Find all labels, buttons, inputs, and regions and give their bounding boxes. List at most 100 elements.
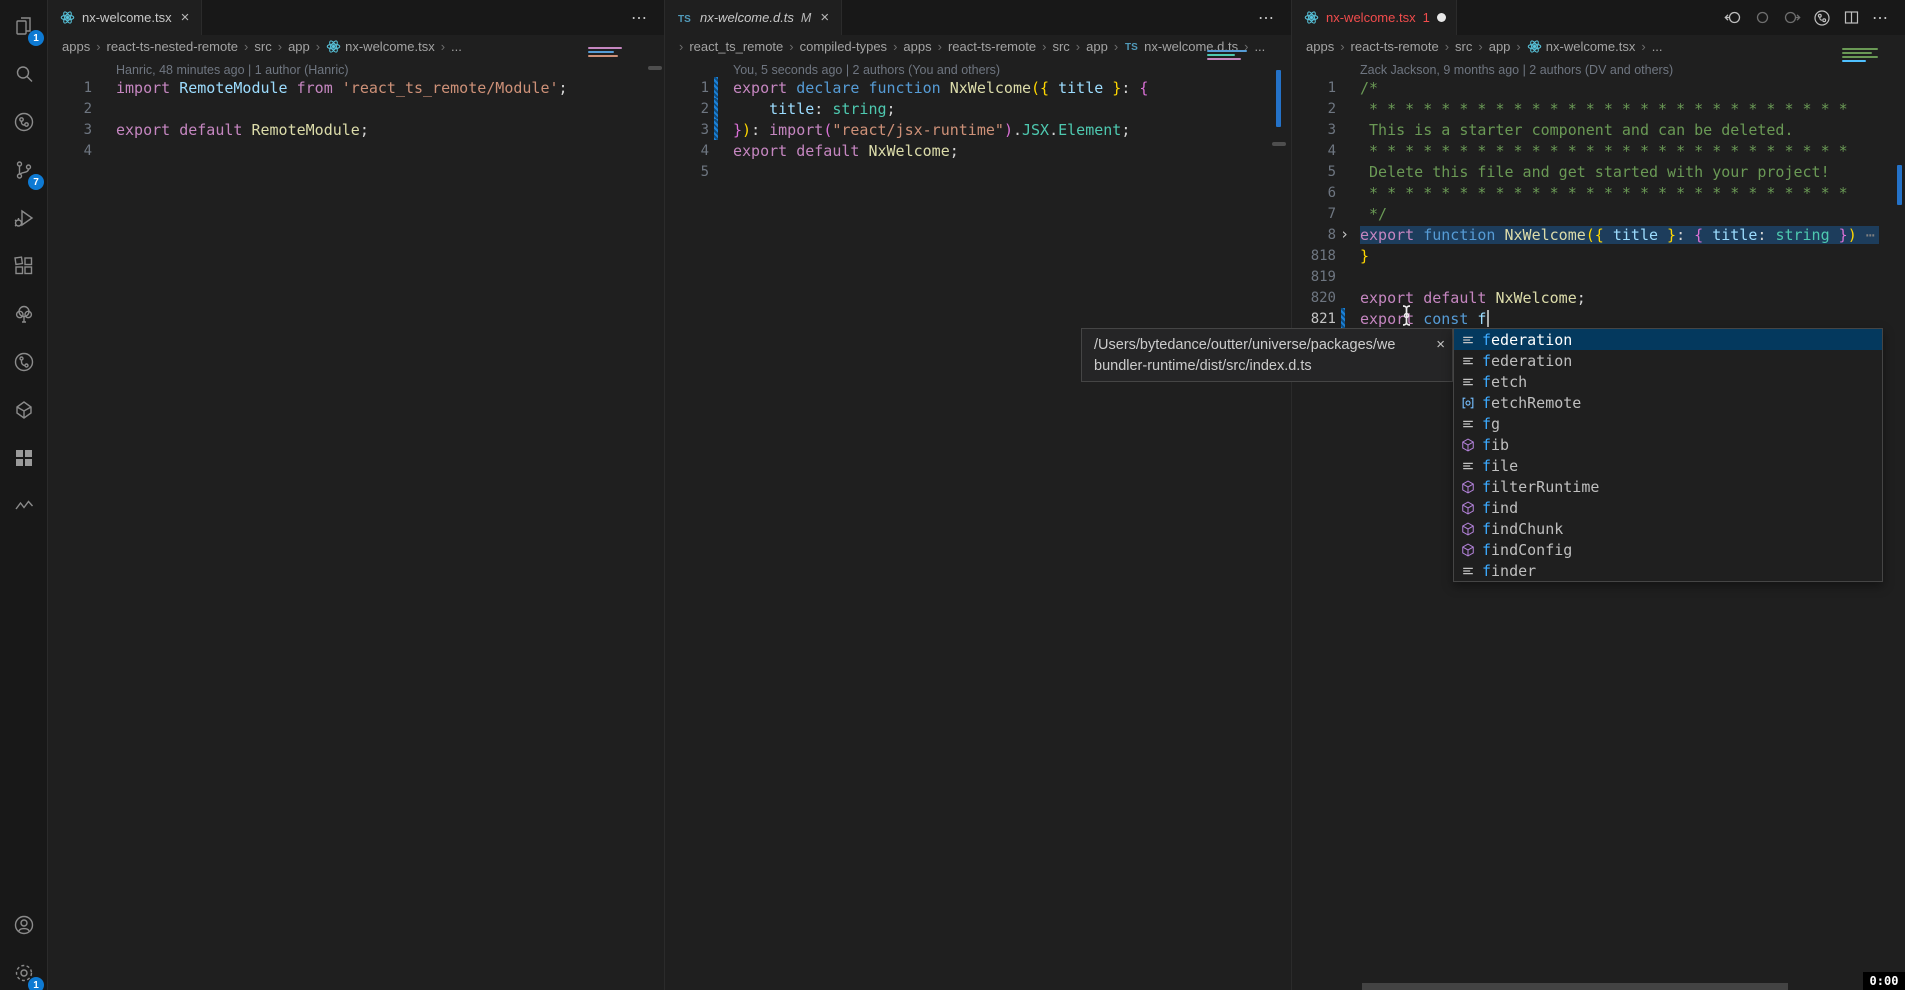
text-symbol-icon [1458,374,1477,390]
tab-modified-indicator: M [801,11,811,25]
editor-pane-2: TSnx-welcome.d.tsM×⋯›react_ts_remote›com… [665,0,1292,990]
minimap-pane1 [588,47,622,49]
more-actions-icon[interactable]: ⋯ [1258,8,1275,28]
activity-item-accounts[interactable] [0,903,48,947]
code-line: 3export default RemoteModule; [48,119,664,140]
git-modified-gutter-mark [714,77,718,98]
git-modified-gutter-mark [714,119,718,140]
breadcrumb-item[interactable]: app [288,39,310,54]
line-number: 3 [665,122,709,138]
suggest-item-federation[interactable]: federation [1454,329,1882,350]
breadcrumb-item[interactable]: react_ts_remote [689,39,783,54]
breadcrumb-item[interactable]: react-ts-remote [948,39,1036,54]
nav-forward-icon[interactable] [1783,9,1801,26]
breadcrumb-chevron-icon: › [1445,39,1449,54]
tab-close-icon[interactable]: × [179,10,192,25]
breadcrumb-item[interactable]: apps [62,39,90,54]
git-graph-small-icon[interactable] [1813,9,1831,27]
suggest-item-fib[interactable]: fib [1454,434,1882,455]
activity-item-grid[interactable] [0,436,48,480]
activity-item-wave[interactable] [0,484,48,528]
activity-item-fold-cube[interactable] [0,388,48,432]
code-area[interactable]: 1import RemoteModule from 'react_ts_remo… [48,77,664,161]
nav-circle-icon[interactable] [1754,9,1771,26]
code-text: title: string; [733,100,896,118]
suggest-item-fetch[interactable]: fetch [1454,371,1882,392]
breadcrumb-chevron-icon: › [441,39,445,54]
dirty-dot-icon[interactable] [1437,13,1446,22]
text-symbol-icon [1458,416,1477,432]
breadcrumb-item[interactable]: app [1489,39,1511,54]
breadcrumb-item[interactable]: nx-welcome.tsx [326,39,435,54]
grid-icon [12,446,36,470]
breadcrumb-item[interactable]: react-ts-remote [1351,39,1439,54]
gutter-decorations [1336,203,1360,224]
more-dots-icon[interactable]: ⋯ [1872,8,1889,28]
breadcrumb-item[interactable]: react-ts-nested-remote [107,39,239,54]
breadcrumb-item[interactable]: src [1455,39,1472,54]
breadcrumb-item[interactable]: nx-welcome.tsx [1527,39,1636,54]
suggest-item-fetchRemote[interactable]: fetchRemote [1454,392,1882,413]
suggest-item-label: federation [1482,352,1572,370]
breadcrumb-item[interactable]: app [1086,39,1108,54]
activity-item-run-debug[interactable] [0,196,48,240]
split-editor-icon[interactable] [1843,9,1860,26]
minimap-slider-pane2[interactable] [1272,142,1286,146]
suggest-item-finder[interactable]: finder [1454,560,1882,581]
code-area[interactable]: 1/*2 * * * * * * * * * * * * * * * * * *… [1292,77,1905,329]
code-text: * * * * * * * * * * * * * * * * * * * * … [1360,142,1848,160]
minimap-slider-pane1[interactable] [648,66,662,70]
suggest-item-filterRuntime[interactable]: filterRuntime [1454,476,1882,497]
tab-nx-welcome.tsx[interactable]: nx-welcome.tsx× [48,0,202,35]
tab-nx-welcome.d.ts[interactable]: TSnx-welcome.d.tsM× [665,0,842,35]
tooltip-close-icon[interactable]: × [1436,334,1445,355]
breadcrumb-item[interactable]: compiled-types [800,39,887,54]
activity-item-timeline[interactable] [0,340,48,384]
suggest-item-fg[interactable]: fg [1454,413,1882,434]
gutter-decorations [1336,140,1360,161]
breadcrumb-item[interactable]: src [1052,39,1069,54]
breadcrumb-item[interactable]: ... [1652,39,1663,54]
breadcrumb-item[interactable]: ... [1254,39,1265,54]
editor-actions: ⋯ [1258,0,1291,35]
nav-back-icon[interactable] [1724,9,1742,26]
code-line: 818} [1292,245,1905,266]
text-symbol-icon [1458,458,1477,474]
activity-item-todo-tree[interactable] [0,292,48,336]
suggest-item-findChunk[interactable]: findChunk [1454,518,1882,539]
gutter-decorations [709,77,733,98]
breadcrumb-item[interactable]: src [254,39,271,54]
line-number: 7 [1292,206,1336,222]
breadcrumb-chevron-icon: › [893,39,897,54]
activity-item-explorer[interactable]: 1 [0,4,48,48]
method-symbol-icon [1458,479,1477,495]
tab-nx-welcome.tsx[interactable]: nx-welcome.tsx1 [1292,0,1457,35]
tab-close-icon[interactable]: × [818,10,831,25]
more-actions-icon[interactable]: ⋯ [631,8,648,28]
suggest-item-file[interactable]: file [1454,455,1882,476]
breadcrumb-item[interactable]: apps [903,39,931,54]
fold-collapsed-icon[interactable]: › [1340,224,1349,245]
code-text: This is a starter component and can be d… [1360,121,1793,139]
suggest-item-findConfig[interactable]: findConfig [1454,539,1882,560]
activity-item-source-control[interactable]: 7 [0,148,48,192]
suggest-item-find[interactable]: find [1454,497,1882,518]
activity-badge-settings: 1 [28,977,44,990]
accounts-icon [12,913,36,937]
breadcrumb-item[interactable]: apps [1306,39,1334,54]
code-text: export default NxWelcome; [1360,289,1586,307]
activity-item-git-graph[interactable] [0,100,48,144]
code-text: /* [1360,79,1378,97]
suggest-item-federation[interactable]: federation [1454,350,1882,371]
react-file-icon [326,39,341,54]
suggest-item-label: fetchRemote [1482,394,1581,412]
react-file-icon [60,10,75,25]
breadcrumb-item[interactable]: ... [451,39,462,54]
activity-item-search[interactable] [0,52,48,96]
git-blame-annotation: Hanric, 48 minutes ago | 1 author (Hanri… [48,57,664,77]
activity-item-settings[interactable]: 1 [0,951,48,990]
code-area[interactable]: 1export declare function NxWelcome({ tit… [665,77,1291,182]
horizontal-scrollbar-pane3[interactable] [1362,983,1788,990]
activity-item-extensions[interactable] [0,244,48,288]
gutter-decorations [1336,182,1360,203]
